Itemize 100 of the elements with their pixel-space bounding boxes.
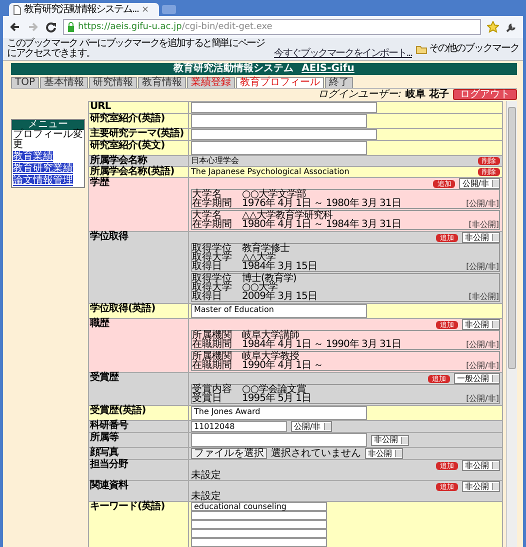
url-text: https://aeis.gifu-u.ac.jp/cgi-bin/edit-get.exe: [78, 22, 272, 32]
file-status: 選択されていません: [271, 448, 361, 458]
text-area[interactable]: The Jones Award: [191, 406, 367, 420]
star-icon[interactable]: [487, 21, 499, 33]
visibility-link[interactable]: [公開/非]: [466, 362, 499, 370]
input-field[interactable]: [191, 520, 327, 529]
field-label: 研究室紹介(英文): [89, 141, 189, 155]
entry-label: 取得大学: [192, 253, 233, 262]
entry-value: 1984年 3月 15日: [242, 262, 317, 271]
field-label: 所属学会名称: [89, 156, 189, 166]
page-icon[interactable]: [13, 4, 21, 14]
input-field[interactable]: educational counseling: [191, 502, 327, 511]
entry-value: 1976年 4月 1日 ～ 1980年 3月 31日: [242, 199, 401, 208]
entry-value: ○○大学文学部: [242, 190, 306, 199]
status-text: 未設定: [191, 492, 222, 501]
entry-label: 在職期間: [192, 361, 233, 370]
visibility-link[interactable]: [公開/非]: [466, 341, 499, 349]
visibility-select[interactable]: 非公開: [365, 448, 403, 459]
menu-link[interactable]: 教育業績: [13, 151, 53, 162]
visibility-select[interactable]: 非公開: [462, 319, 500, 330]
browser-tab[interactable]: 教育研究活動情報システム... ×: [9, 3, 159, 16]
entry-value: 1980年 4月 1日 ～ 1984年 3月 31日: [242, 220, 401, 229]
visibility-select[interactable]: 公開/非: [459, 178, 500, 189]
entry-value: ○○大学: [242, 283, 278, 292]
entry-label: 取得学位: [192, 274, 233, 283]
entry-value: △△大学: [242, 253, 276, 262]
nav-tab[interactable]: 教育プロフィール: [236, 77, 324, 88]
visibility-select[interactable]: 非公開: [462, 232, 500, 243]
import-link[interactable]: 今すぐブックマークをインポート...: [274, 49, 412, 59]
header-title: 教育研究活動情報システム: [174, 64, 294, 74]
status-text: 未設定: [191, 471, 222, 480]
entry-label: 取得学位: [192, 244, 233, 253]
visibility-link[interactable]: [非公開]: [468, 293, 499, 301]
field-label: 関連資料: [89, 481, 189, 501]
field-label: 科研番号: [89, 421, 189, 432]
login-label: ログインユーザー:: [318, 90, 402, 100]
menu-item[interactable]: プロフィール変更: [12, 130, 84, 150]
entry-value: 博士(教育学): [242, 274, 298, 283]
logout-button[interactable]: ログアウト: [453, 89, 517, 100]
field-label: 学位取得(英語): [89, 304, 189, 318]
input-field[interactable]: 11012048: [191, 421, 287, 432]
input-field[interactable]: [191, 511, 327, 520]
entry-label: 受賞内容: [192, 385, 233, 394]
field-label: キーワード(英語): [89, 502, 189, 547]
field-value: The Japanese Psychological Association: [191, 167, 350, 177]
nav-tab[interactable]: TOP: [11, 77, 40, 88]
entry-label: 所属機関: [192, 352, 233, 361]
input-field[interactable]: [191, 102, 377, 113]
field-label: 受賞歴(英語): [89, 406, 189, 420]
entry-value: 2009年 3月 15日: [242, 292, 317, 301]
nav-tab[interactable]: 教育情報: [138, 77, 186, 88]
field-label: 研究室紹介(英語): [89, 114, 189, 128]
visibility-select[interactable]: 公開/非: [291, 421, 332, 432]
entry-value: 岐阜大学講師: [242, 331, 299, 340]
bookmark-hint: このブックマーク バーにブックマークを追加すると簡単にページにアクセスできます。: [7, 39, 266, 59]
choose-file-button[interactable]: ファイルを選択: [191, 448, 267, 459]
tab-close-button[interactable]: ×: [142, 4, 150, 14]
nav-tab[interactable]: 終了: [325, 77, 354, 88]
visibility-select[interactable]: 非公開: [462, 481, 500, 492]
entry-label: 在職期間: [192, 340, 233, 349]
input-field[interactable]: [191, 129, 377, 140]
menu-link[interactable]: 教育研究業績: [13, 163, 73, 174]
visibility-select[interactable]: 一般公開: [454, 373, 500, 384]
menu-link[interactable]: 論文情報管理: [13, 175, 73, 186]
forward-icon[interactable]: [27, 21, 39, 33]
input-field[interactable]: [191, 538, 327, 547]
visibility-select[interactable]: 非公開: [462, 460, 500, 471]
visibility-link[interactable]: [公開/非]: [466, 395, 499, 403]
folder-icon[interactable]: [416, 44, 427, 54]
entry-label: 所属機関: [192, 331, 233, 340]
entry-label: 受賞日: [192, 394, 222, 403]
input-field[interactable]: [191, 529, 327, 538]
text-area[interactable]: [191, 114, 367, 128]
entry-value: ○○学会論文賞: [242, 385, 306, 394]
field-label: 職歴: [89, 319, 189, 372]
nav-tab[interactable]: 基本情報: [40, 77, 88, 88]
field-label: 担当分野: [89, 460, 189, 480]
text-area[interactable]: Master of Education: [191, 304, 367, 318]
header-link[interactable]: AEIS-Gifu: [302, 64, 354, 74]
reload-icon[interactable]: [45, 21, 57, 33]
entry-label: 取得大学: [192, 283, 233, 292]
visibility-select[interactable]: 非公開: [371, 434, 409, 446]
entry-value: 教育学修士: [242, 244, 290, 253]
back-icon[interactable]: [9, 21, 21, 33]
entry-label: 大学名: [192, 211, 222, 220]
field-value: 日本心理学会: [191, 156, 239, 166]
tab-title: 教育研究活動情報システム...: [24, 4, 139, 14]
scrollbar[interactable]: [506, 101, 517, 547]
text-area[interactable]: [191, 433, 367, 447]
entry-value: 1990年 4月 1日 ～: [242, 361, 324, 370]
visibility-link[interactable]: [公開/非]: [466, 200, 499, 208]
wrench-icon[interactable]: [505, 21, 517, 33]
entry-value: 1995年 5月 1日: [242, 394, 312, 403]
visibility-link[interactable]: [公開/非]: [466, 263, 499, 271]
address-field[interactable]: https://aeis.gifu-u.ac.jp/cgi-bin/edit-get.exe: [63, 19, 481, 35]
nav-tab[interactable]: 研究情報: [89, 77, 138, 88]
text-area[interactable]: [191, 141, 367, 155]
visibility-link[interactable]: [非公開]: [468, 221, 499, 229]
lock-icon[interactable]: [67, 22, 75, 32]
other-bookmarks[interactable]: その他のブックマーク: [416, 44, 519, 54]
